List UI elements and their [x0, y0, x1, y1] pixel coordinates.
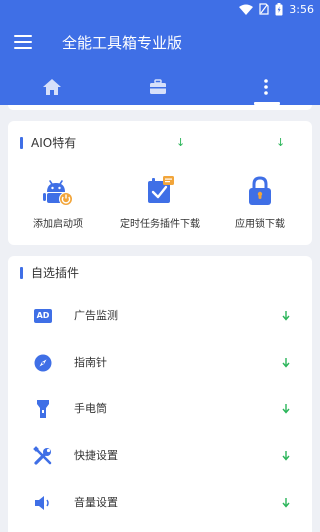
- tab-bar: [0, 68, 320, 105]
- download-arrow-icon[interactable]: [280, 306, 292, 326]
- tools-icon: [33, 446, 53, 466]
- plugin-row-flashlight[interactable]: 手电筒: [8, 389, 312, 429]
- home-icon: [43, 78, 61, 95]
- tab-tools[interactable]: [128, 68, 188, 105]
- status-icons: 3:56: [239, 2, 314, 16]
- download-arrow-icon[interactable]: [280, 399, 292, 419]
- app-lock-icon: [249, 176, 271, 205]
- speaker-icon: [33, 493, 53, 513]
- compass-icon: [33, 353, 53, 373]
- wifi-icon: [239, 4, 254, 15]
- scheduled-task-icon: [148, 176, 174, 203]
- aio-card: AIO特有 添加启动项 定时任务插件下载 ↓ 应用锁下载 ↓: [8, 121, 312, 245]
- briefcase-icon: [150, 78, 166, 94]
- app-bar: 全能工具箱专业版: [0, 18, 320, 68]
- android-power-icon: [43, 180, 73, 206]
- plugin-row-quick-settings[interactable]: 快捷设置: [8, 436, 312, 476]
- app-title: 全能工具箱专业版: [62, 34, 183, 52]
- section-accent-bar: [20, 267, 23, 279]
- ad-icon: AD: [33, 306, 53, 326]
- aio-title: AIO特有: [31, 136, 77, 150]
- plugins-card: 自选插件 AD 广告监测 指南针 手电筒 快捷设置 音量设置: [8, 256, 312, 532]
- plugins-header: 自选插件: [20, 266, 79, 280]
- plugin-label: 指南针: [74, 356, 107, 369]
- card-edge: [8, 105, 312, 110]
- add-startup-item[interactable]: 添加启动项: [8, 151, 108, 231]
- download-arrow-icon[interactable]: [280, 446, 292, 466]
- app-lock-download-icon[interactable]: ↓: [276, 137, 285, 149]
- status-bar: 3:56: [0, 0, 320, 18]
- plugin-row-ad-monitor[interactable]: AD 广告监测: [8, 296, 312, 336]
- scheduled-task-plugin-item[interactable]: 定时任务插件下载: [110, 151, 210, 231]
- flashlight-icon: [33, 399, 53, 419]
- more-vertical-icon: [264, 78, 268, 95]
- plugin-row-compass[interactable]: 指南针: [8, 343, 312, 383]
- plugin-row-volume-settings[interactable]: 音量设置: [8, 483, 312, 523]
- plugin-label: 快捷设置: [74, 449, 118, 462]
- aio-header: AIO特有: [20, 136, 76, 150]
- tab-more[interactable]: [236, 68, 296, 105]
- menu-icon[interactable]: [14, 35, 32, 49]
- app-lock-label: 应用锁下载: [235, 219, 285, 230]
- scheduled-task-download-icon[interactable]: ↓: [176, 137, 185, 149]
- add-startup-label: 添加启动项: [33, 219, 83, 230]
- plugins-title: 自选插件: [31, 266, 80, 280]
- plugin-label: 手电筒: [74, 402, 107, 415]
- app-lock-item[interactable]: 应用锁下载: [210, 151, 310, 231]
- status-time: 3:56: [289, 2, 314, 16]
- tab-home[interactable]: [22, 68, 82, 105]
- download-arrow-icon[interactable]: [280, 493, 292, 513]
- scheduled-task-label: 定时任务插件下载: [120, 219, 200, 230]
- sim-card-icon: [259, 3, 269, 15]
- plugin-label: 音量设置: [74, 496, 118, 509]
- plugin-label: 广告监测: [74, 309, 118, 322]
- battery-icon: [275, 2, 283, 15]
- download-arrow-icon[interactable]: [280, 353, 292, 373]
- section-accent-bar: [20, 137, 23, 149]
